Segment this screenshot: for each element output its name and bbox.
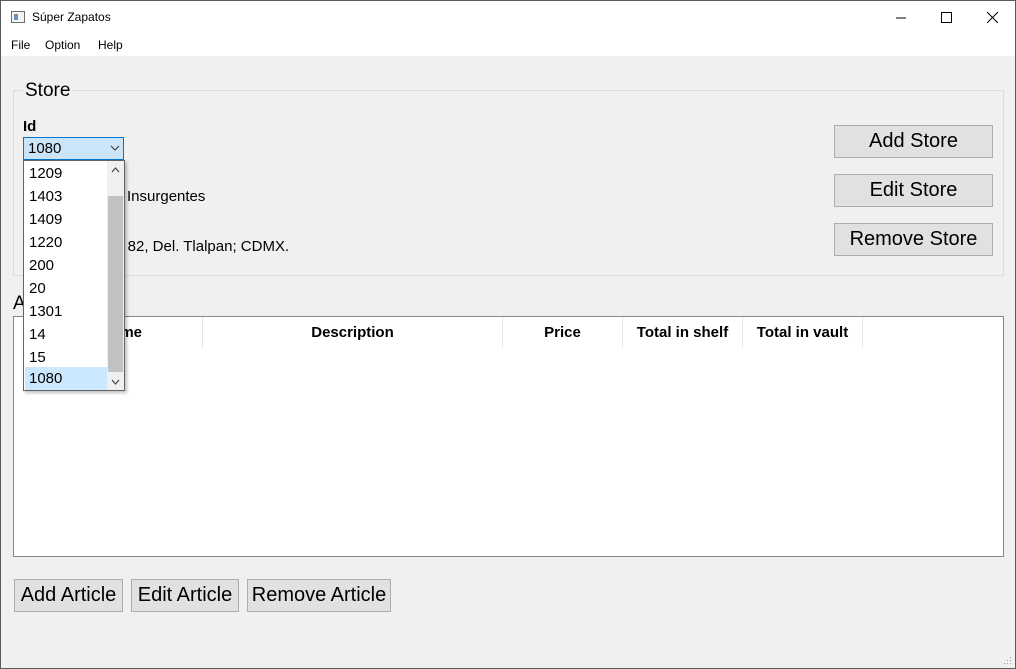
scroll-up-button[interactable] xyxy=(107,161,124,178)
dropdown-scrollbar[interactable] xyxy=(107,161,124,390)
store-address-value: s 82, Del. Tlalpan; CDMX. xyxy=(116,238,290,255)
dropdown-option-selected[interactable]: 1080 xyxy=(25,367,107,390)
minimize-icon xyxy=(896,17,906,18)
store-group-title: Store xyxy=(23,80,73,102)
column-header-price[interactable]: Price xyxy=(503,317,623,348)
combobox-value: 1080 xyxy=(28,140,62,157)
menu-option[interactable]: Option xyxy=(45,38,80,52)
dropdown-option[interactable]: 1403 xyxy=(25,185,107,208)
add-article-button[interactable]: Add Article xyxy=(14,579,123,612)
app-window-icon xyxy=(11,11,25,23)
dropdown-option[interactable]: 200 xyxy=(25,254,107,277)
main-window: Súper Zapatos File Option Help Store Id … xyxy=(0,0,1016,669)
title-bar[interactable]: Súper Zapatos xyxy=(1,1,1015,34)
dropdown-option[interactable]: 20 xyxy=(25,277,107,300)
scrollbar-thumb[interactable] xyxy=(108,196,123,372)
remove-article-button[interactable]: Remove Article xyxy=(247,579,391,612)
chevron-up-icon xyxy=(111,166,120,172)
add-store-button[interactable]: Add Store xyxy=(834,125,993,158)
minimize-button[interactable] xyxy=(878,1,924,34)
menu-help[interactable]: Help xyxy=(98,38,123,52)
edit-article-button[interactable]: Edit Article xyxy=(131,579,239,612)
menu-bar: File Option Help xyxy=(1,34,1015,56)
store-id-dropdown-list[interactable]: 1209 1403 1409 1220 200 20 1301 14 15 10… xyxy=(23,160,125,391)
edit-store-button[interactable]: Edit Store xyxy=(834,174,993,207)
dropdown-option[interactable]: 15 xyxy=(25,346,107,369)
close-icon xyxy=(986,12,998,23)
maximize-button[interactable] xyxy=(923,1,969,34)
dropdown-option[interactable]: 1220 xyxy=(25,231,107,254)
store-id-combobox[interactable]: 1080 xyxy=(23,137,124,160)
id-label: Id xyxy=(23,118,37,135)
close-button[interactable] xyxy=(969,1,1015,34)
window-title: Súper Zapatos xyxy=(32,10,111,24)
chevron-down-icon xyxy=(110,145,120,151)
dropdown-option[interactable]: 1301 xyxy=(25,300,107,323)
dropdown-option[interactable]: 14 xyxy=(25,323,107,346)
column-header-total-shelf[interactable]: Total in shelf xyxy=(623,317,743,348)
dropdown-option[interactable]: 1209 xyxy=(25,162,107,185)
resize-grip-icon[interactable] xyxy=(1002,655,1012,665)
scroll-down-button[interactable] xyxy=(107,373,124,390)
maximize-icon xyxy=(940,12,952,23)
store-name-value: Insurgentes xyxy=(127,188,206,205)
remove-store-button[interactable]: Remove Store xyxy=(834,223,993,256)
menu-file[interactable]: File xyxy=(11,38,30,52)
chevron-down-icon xyxy=(111,379,120,385)
dropdown-option[interactable]: 1409 xyxy=(25,208,107,231)
column-header-total-vault[interactable]: Total in vault xyxy=(743,317,863,348)
articles-table[interactable]: ame Description Price Total in shelf Tot… xyxy=(13,316,1004,557)
column-header-description[interactable]: Description xyxy=(203,317,503,348)
